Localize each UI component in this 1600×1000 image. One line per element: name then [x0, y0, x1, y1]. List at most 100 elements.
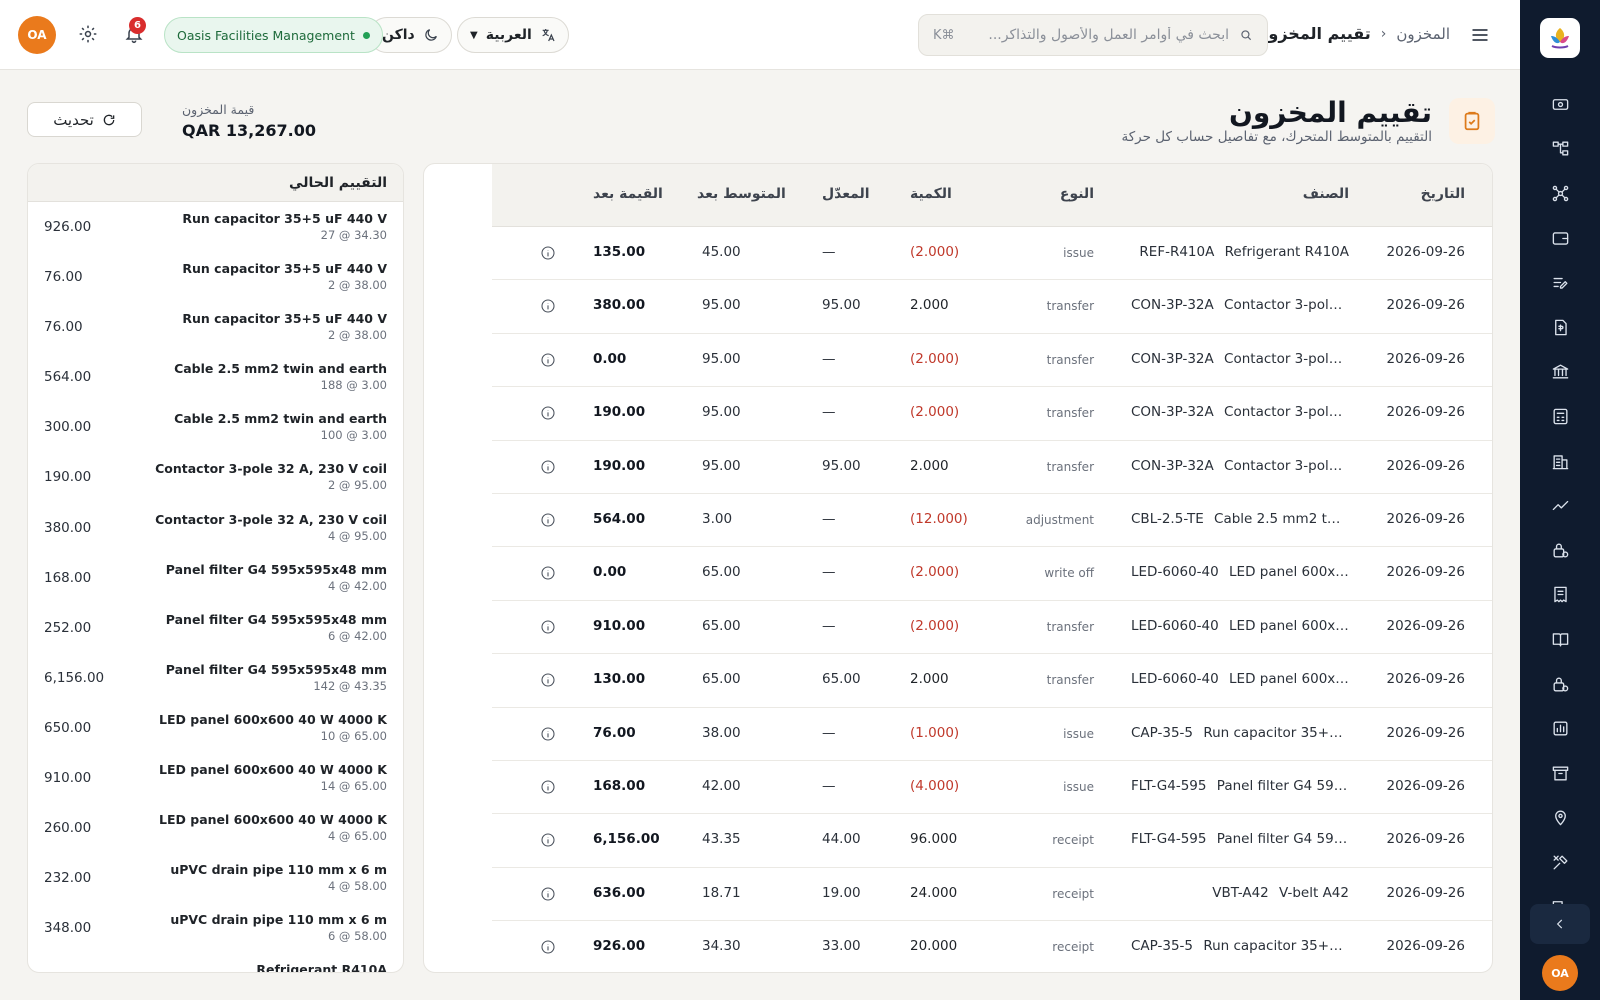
- breadcrumb-parent[interactable]: المخزون: [1396, 25, 1450, 43]
- col-avg-after[interactable]: المتوسط بعد: [697, 186, 786, 202]
- tools-icon: [1552, 855, 1568, 870]
- row-sku: CAP-35-5: [1131, 938, 1194, 955]
- valuation-item-detail: 100 @ 3.00: [320, 428, 387, 443]
- nav-lock-clock[interactable]: [1520, 528, 1600, 573]
- row-value-after: 76.00: [593, 724, 636, 741]
- info-button[interactable]: [540, 832, 556, 848]
- col-rate[interactable]: المعدّل: [822, 186, 870, 202]
- table-row[interactable]: 2026-09-26 REF-R410A Refrigerant R410A iss…: [492, 227, 1492, 281]
- nav-calculator[interactable]: [1520, 394, 1600, 439]
- info-button[interactable]: [540, 726, 556, 742]
- col-date[interactable]: التاريخ: [1421, 186, 1465, 202]
- table-row[interactable]: 2026-09-26 CAP-35-5 Run capacitor 35+5 uF…: [492, 921, 1492, 972]
- row-date: 2026-09-26: [1386, 617, 1465, 634]
- info-button[interactable]: [540, 352, 556, 368]
- row-sku: FLT-G4-595: [1131, 777, 1207, 794]
- valuation-item-name: uPVC drain pipe 110 mm x 6 m: [170, 862, 387, 878]
- nav-trend[interactable]: [1520, 483, 1600, 528]
- row-avg-after: 95.00: [702, 297, 741, 314]
- table-header: التاريخ الصنف النوع الكمية المعدّل المتو…: [492, 164, 1492, 227]
- info-button[interactable]: [540, 245, 556, 261]
- col-item[interactable]: الصنف: [1303, 186, 1349, 202]
- valuation-item-name: LED panel 600x600 40 W 4000 K: [159, 812, 387, 828]
- nav-edit-list[interactable]: [1520, 260, 1600, 305]
- hamburger-icon: [1472, 29, 1488, 41]
- settings-button[interactable]: [76, 24, 98, 46]
- info-button[interactable]: [540, 779, 556, 795]
- company-badge[interactable]: Oasis Facilities Management: [164, 17, 383, 53]
- row-rate: —: [822, 564, 836, 581]
- valuation-item: Contactor 3-pole 32 A, 230 V coil 4 @ 95.…: [28, 503, 403, 553]
- valuation-item-value: 910.00: [44, 770, 92, 787]
- nav-lock-clock-2[interactable]: [1520, 662, 1600, 707]
- table-row[interactable]: 2026-09-26 CON-3P-32A Contactor 3-pole 32…: [492, 334, 1492, 388]
- row-item: CAP-35-5 Run capacitor 35+5 uF 440 V: [1131, 938, 1349, 954]
- info-button[interactable]: [540, 886, 556, 902]
- table-row[interactable]: 2026-09-26 CAP-35-5 Run capacitor 35+5 uF…: [492, 708, 1492, 761]
- app-logo[interactable]: [1540, 18, 1580, 58]
- row-item-name: V-belt A42: [1279, 884, 1349, 901]
- menu-button[interactable]: [1468, 24, 1492, 46]
- nav-wallet[interactable]: [1520, 216, 1600, 261]
- info-button[interactable]: [540, 512, 556, 528]
- location-icon: [1554, 810, 1566, 826]
- nav-cash[interactable]: [1520, 82, 1600, 127]
- table-row[interactable]: 2026-09-26 CON-3P-32A Contactor 3-pole 32…: [492, 280, 1492, 334]
- notifications-button[interactable]: 6: [122, 17, 146, 46]
- trend-icon: [1552, 501, 1568, 511]
- nav-receipt[interactable]: [1520, 573, 1600, 618]
- row-avg-after: 18.71: [702, 884, 741, 901]
- valuation-item-value: 300.00: [44, 419, 92, 436]
- col-qty[interactable]: الكمية: [910, 186, 952, 202]
- row-sku: FLT-G4-595: [1131, 831, 1207, 848]
- language-selector[interactable]: العربية ▼: [457, 17, 569, 53]
- row-rate: 65.00: [822, 671, 861, 688]
- row-type: issue: [1063, 726, 1094, 741]
- row-item: CON-3P-32A Contactor 3-pole 32 A, 230 V …: [1131, 297, 1349, 313]
- table-row[interactable]: 2026-09-26 CON-3P-32A Contactor 3-pole 32…: [492, 387, 1492, 441]
- collapse-rail-button[interactable]: [1530, 904, 1590, 944]
- info-button[interactable]: [540, 619, 556, 635]
- info-button[interactable]: [540, 672, 556, 688]
- info-button[interactable]: [540, 939, 556, 955]
- nav-hierarchy[interactable]: [1520, 127, 1600, 172]
- valuation-item-value: 76.00: [44, 319, 83, 336]
- valuation-item-detail: 14 @ 65.00: [320, 779, 387, 794]
- nav-invoice[interactable]: [1520, 305, 1600, 350]
- info-button[interactable]: [540, 459, 556, 475]
- row-item: LED-6060-40 LED panel 600x600 40 W 4000 …: [1131, 671, 1349, 687]
- search-input[interactable]: [964, 27, 1229, 43]
- user-avatar[interactable]: OA: [18, 16, 56, 54]
- col-value-after[interactable]: القيمة بعد: [593, 186, 663, 202]
- table-row[interactable]: 2026-09-26 CON-3P-32A Contactor 3-pole 32…: [492, 441, 1492, 494]
- table-row[interactable]: 2026-09-26 LED-6060-40 LED panel 600x600 …: [492, 547, 1492, 601]
- row-rate: 19.00: [822, 884, 861, 901]
- table-row[interactable]: 2026-09-26 FLT-G4-595 Panel filter G4 595…: [492, 761, 1492, 815]
- nav-building[interactable]: [1520, 439, 1600, 484]
- top-bar: المخزون ‹ تقييم المخزون ⌘K العربية ▼ داك…: [0, 0, 1520, 70]
- col-type[interactable]: النوع: [1060, 186, 1094, 202]
- nav-archive[interactable]: [1520, 751, 1600, 796]
- nav-bank[interactable]: [1520, 350, 1600, 395]
- info-button[interactable]: [540, 298, 556, 314]
- table-row[interactable]: 2026-09-26 CBL-2.5-TE Cable 2.5 mm2 twin …: [492, 494, 1492, 548]
- table-row[interactable]: 2026-09-26 VBT-A42 V-belt A42 receipt 24.00…: [492, 868, 1492, 922]
- row-type: transfer: [1046, 673, 1094, 688]
- table-row[interactable]: 2026-09-26 FLT-G4-595 Panel filter G4 595…: [492, 814, 1492, 868]
- info-icon: [541, 460, 555, 474]
- refresh-button[interactable]: تحديث: [27, 102, 142, 137]
- rail-user-avatar[interactable]: OA: [1542, 955, 1578, 991]
- table-row[interactable]: 2026-09-26 LED-6060-40 LED panel 600x600 …: [492, 654, 1492, 708]
- nav-report[interactable]: [1520, 706, 1600, 751]
- table-row[interactable]: 2026-09-26 LED-6060-40 LED panel 600x600 …: [492, 601, 1492, 655]
- row-avg-after: 95.00: [702, 404, 741, 421]
- nav-network[interactable]: [1520, 171, 1600, 216]
- row-item-name: Refrigerant R410A: [1224, 244, 1349, 260]
- nav-location[interactable]: [1520, 796, 1600, 841]
- info-button[interactable]: [540, 405, 556, 421]
- nav-tools[interactable]: [1520, 840, 1600, 885]
- row-qty: (12.000): [910, 510, 968, 527]
- row-value-after: 168.00: [593, 777, 646, 794]
- nav-book[interactable]: [1520, 617, 1600, 662]
- info-button[interactable]: [540, 565, 556, 581]
